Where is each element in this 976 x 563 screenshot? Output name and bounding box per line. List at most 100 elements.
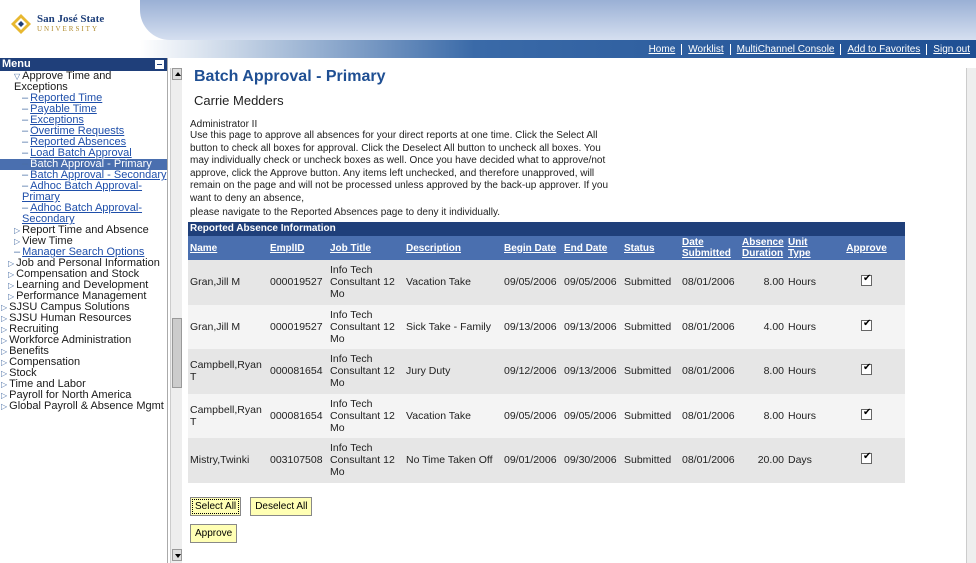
expand-icon: ▷ xyxy=(8,281,15,290)
expand-icon: ▷ xyxy=(1,369,8,378)
table-body: Gran,Jill M 000019527 Info Tech Consultant… xyxy=(188,260,905,483)
menu-item-label: Adhoc Batch Approval-Primary xyxy=(22,180,143,203)
deselect-all-button[interactable]: Deselect All xyxy=(250,496,313,516)
approve-checkbox[interactable] xyxy=(861,407,872,420)
cell-desc: Jury Duty xyxy=(404,349,502,394)
approve-checkbox[interactable] xyxy=(861,273,872,287)
cell-emplid: 000081654 xyxy=(268,349,328,394)
cell-name: Mistry,Twinki xyxy=(188,438,268,483)
menu-item[interactable]: ▷ Global Payroll & Absence Mgmt xyxy=(0,401,167,412)
table-row: Campbell,Ryan T 000081654 Info Tech Consul… xyxy=(188,349,905,394)
add-to-favorites-link[interactable]: Add to Favorites xyxy=(840,43,926,55)
column-header[interactable]: Approve xyxy=(828,236,905,260)
cell-begin: 09/12/2006 xyxy=(502,349,562,394)
column-header[interactable]: Unit Type xyxy=(786,236,828,260)
approve-checkbox[interactable] xyxy=(861,362,872,376)
menu-item[interactable]: – Adhoc Batch Approval-Primary xyxy=(0,181,167,203)
page-title: Batch Approval - Primary xyxy=(194,68,386,85)
approve-checkbox[interactable] xyxy=(861,451,872,465)
expand-icon: ▷ xyxy=(1,380,8,389)
cell-end: 09/05/2006 xyxy=(562,260,622,305)
expand-icon: ▷ xyxy=(1,314,8,323)
multichannel-console-link[interactable]: MultiChannel Console xyxy=(729,43,841,55)
cell-end: 09/13/2006 xyxy=(562,304,622,349)
top-banner xyxy=(140,0,976,40)
column-header[interactable]: Date Submitted xyxy=(680,236,740,260)
cell-name: Gran,Jill M xyxy=(188,304,268,349)
cell-emplid: 000019527 xyxy=(268,304,328,349)
column-header[interactable]: Absence Duration xyxy=(740,236,786,260)
worklist-link[interactable]: Worklist xyxy=(681,43,729,55)
expand-icon: ▷ xyxy=(1,303,8,312)
cell-name: Gran,Jill M xyxy=(188,260,268,305)
approve-button[interactable]: Approve xyxy=(190,523,238,543)
column-header[interactable]: Name xyxy=(188,236,268,260)
cell-desc: Vacation Take xyxy=(404,260,502,305)
cell-name: Campbell,Ryan T xyxy=(188,393,268,438)
expand-icon: ▷ xyxy=(14,237,21,246)
cell-desc: Vacation Take xyxy=(404,393,502,438)
header: San José State UNIVERSITY Home Worklist … xyxy=(0,0,976,58)
home-link[interactable]: Home xyxy=(643,44,682,55)
collapse-menu-icon[interactable] xyxy=(155,60,164,69)
column-header[interactable]: EmplID xyxy=(268,236,328,260)
cell-end: 09/13/2006 xyxy=(562,349,622,394)
cell-duration: 4.00 xyxy=(740,304,786,349)
cell-job: Info Tech Consultant 12 Mo xyxy=(328,438,404,483)
cell-submitted: 08/01/2006 xyxy=(680,349,740,394)
scroll-thumb[interactable] xyxy=(172,318,182,388)
expand-icon: ▷ xyxy=(1,391,8,400)
university-logo[interactable]: San José State UNIVERSITY xyxy=(10,2,130,46)
cell-begin: 09/05/2006 xyxy=(502,260,562,305)
action-buttons: Select All Deselect All xyxy=(190,496,958,516)
cell-job: Info Tech Consultant 12 Mo xyxy=(328,393,404,438)
table-row: Gran,Jill M 000019527 Info Tech Consultant… xyxy=(188,304,905,349)
menu-scrollbar[interactable] xyxy=(170,68,182,563)
expand-icon: ▷ xyxy=(1,336,8,345)
menu-item[interactable]: ▽ Approve Time and Exceptions xyxy=(0,71,167,93)
expand-icon: ▷ xyxy=(8,292,15,301)
sjsu-seal-icon xyxy=(10,13,32,35)
column-header[interactable]: End Date xyxy=(562,236,622,260)
header-links: Home Worklist MultiChannel Console Add t… xyxy=(140,40,976,58)
absence-table: Reported Absence Information Name EmplID J… xyxy=(188,222,905,483)
menu-item-label: Adhoc Batch Approval-Secondary xyxy=(22,202,143,225)
cell-unit: Hours xyxy=(786,260,828,305)
expand-icon: ▷ xyxy=(8,259,15,268)
expand-icon: ▷ xyxy=(1,358,8,367)
scroll-up-icon[interactable] xyxy=(172,68,182,80)
cell-approve xyxy=(828,260,905,305)
instructions-text-2: please navigate to the Reported Absences… xyxy=(190,207,501,218)
expand-icon: ▷ xyxy=(1,347,8,356)
cell-emplid: 000019527 xyxy=(268,260,328,305)
cell-begin: 09/13/2006 xyxy=(502,304,562,349)
column-header[interactable]: Status xyxy=(622,236,680,260)
cell-submitted: 08/01/2006 xyxy=(680,438,740,483)
approve-checkbox[interactable] xyxy=(861,318,872,331)
cell-unit: Days xyxy=(786,438,828,483)
cell-status: Submitted xyxy=(622,438,680,483)
column-header[interactable]: Job Title xyxy=(328,236,404,260)
cell-begin: 09/05/2006 xyxy=(502,393,562,438)
column-header[interactable]: Description xyxy=(404,236,502,260)
page-scrollbar[interactable] xyxy=(966,68,976,563)
instructions-text: Use this page to approve all absences fo… xyxy=(190,130,609,204)
column-header[interactable]: Begin Date xyxy=(502,236,562,260)
cell-status: Submitted xyxy=(622,393,680,438)
cell-duration: 8.00 xyxy=(740,393,786,438)
cell-begin: 09/01/2006 xyxy=(502,438,562,483)
cell-duration: 8.00 xyxy=(740,349,786,394)
employee-name: Carrie Medders xyxy=(194,93,284,108)
cell-desc: Sick Take - Family xyxy=(404,304,502,349)
cell-submitted: 08/01/2006 xyxy=(680,304,740,349)
select-all-button[interactable]: Select All xyxy=(190,496,242,516)
table-row: Campbell,Ryan T 000081654 Info Tech Consul… xyxy=(188,393,905,438)
logo-line-1: San José State xyxy=(37,13,105,25)
cell-name: Campbell,Ryan T xyxy=(188,349,268,394)
sign-out-link[interactable]: Sign out xyxy=(926,43,976,55)
menu-item[interactable]: – Adhoc Batch Approval-Secondary xyxy=(0,203,167,225)
scroll-down-icon[interactable] xyxy=(172,549,182,561)
menu-item-label: Global Payroll & Absence Mgmt xyxy=(9,400,164,412)
cell-status: Submitted xyxy=(622,349,680,394)
cell-submitted: 08/01/2006 xyxy=(680,260,740,305)
